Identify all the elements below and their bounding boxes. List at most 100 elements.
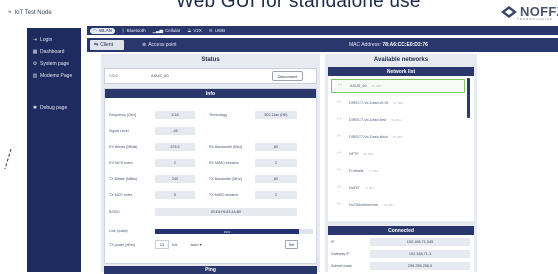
connection-type-bar: ◠ WLAN ᛒ Bluetooth ▁▃▅ Cellular ⟁ V2X ≋ … <box>87 26 558 35</box>
gateway-label: Gateway IP <box>331 252 350 256</box>
tx-power-mode-select[interactable]: Auto ▾ <box>185 240 207 249</box>
conn-tab-v2x[interactable]: ⟁ V2X <box>187 28 202 33</box>
network-name: NFTF <box>349 152 359 156</box>
wifi-icon: ◠ <box>336 134 342 140</box>
tab-label: Access point <box>148 42 177 48</box>
status-title: Status <box>201 57 220 63</box>
access-point-icon: ⊛ <box>142 42 147 48</box>
logo-subtitle: TECHNOLOGIES <box>517 17 553 21</box>
rx-mcs-value: 2 <box>155 159 195 167</box>
close-icon[interactable]: × <box>8 10 12 16</box>
conn-tab-label: WLAN <box>98 28 112 33</box>
rx-bitrate-label: RX Bitrate [MBits] <box>109 145 138 149</box>
gear-icon: ⚙ <box>32 61 38 67</box>
wifi-icon: ◠ <box>336 168 342 174</box>
info-card: Info Frequency [GHz] 5.18 Technology 802… <box>104 88 317 264</box>
link-quality-bar: 91% <box>155 229 313 234</box>
tab-access-point[interactable]: ⊛ Access point <box>142 40 177 50</box>
tx-mcs-label: TX MCS Index <box>109 193 133 197</box>
status-panel: Status SSID ASUS_60 Disconnect Info Freq… <box>101 54 320 274</box>
network-strength: -71 dBm <box>367 169 379 173</box>
subnet-value: 255.255.255.0 <box>370 262 470 270</box>
presentation-header: × IoT Test Node Web GUI for standalone us… <box>0 0 558 22</box>
wifi-icon: ◠ <box>336 185 342 191</box>
network-list-scrollbar[interactable] <box>467 78 470 118</box>
network-strength: -57 dBm <box>392 101 405 105</box>
wifi-icon: ◠ <box>337 83 343 89</box>
bluetooth-icon: ᛒ <box>121 28 125 33</box>
conn-tab-cellular[interactable]: ▁▃▅ Cellular <box>153 28 181 34</box>
gateway-value: 192.168.71.1 <box>370 250 470 258</box>
app-title: × IoT Test Node <box>8 10 52 16</box>
tx-bandwidth-value: 80 <box>255 175 297 183</box>
signal-label: Signal Level <box>109 129 129 133</box>
tx-power-input[interactable]: 23 <box>155 240 169 249</box>
connected-title: Connected <box>328 226 474 235</box>
network-item[interactable]: ◠ NoTiMobilemover -78 dBm <box>331 198 465 212</box>
ip-value: 192.168.71.245 <box>370 238 470 246</box>
tx-mcs-value: 5 <box>155 191 195 199</box>
network-list-title: Network list <box>328 67 474 76</box>
conn-tab-label: Bluetooth <box>126 28 146 33</box>
disconnect-button[interactable]: Disconnect <box>272 71 303 81</box>
frequency-label: Frequency [GHz] <box>109 113 137 117</box>
main-content: ◠ WLAN ᛒ Bluetooth ▁▃▅ Cellular ⟁ V2X ≋ … <box>87 22 558 274</box>
sidebar-item-system-page[interactable]: ⚙ System page <box>27 58 81 70</box>
technology-value: 802.11ac (HE) <box>255 111 297 119</box>
ping-title: Ping <box>104 266 317 274</box>
rx-bitrate-value: 576.5 <box>155 143 195 151</box>
network-item[interactable]: ◠ NoFfZ -74 dBm <box>331 181 465 195</box>
sidebar-item-label: Modems Page <box>40 73 73 79</box>
mac-address: MAC Address: 78:A6:CC:E0:D2:76 <box>349 42 428 48</box>
link-quality-label: Link Quality <box>109 229 128 233</box>
network-item[interactable]: ◠ DIRECT-Ve-Dash-fest -59 dBm <box>331 113 465 127</box>
network-item-asus-60[interactable]: ◠ ASUS_60 -46 dBm <box>331 79 465 93</box>
cellular-icon: ▁▃▅ <box>152 27 164 33</box>
client-icon: ⇆ <box>94 42 99 48</box>
network-list: ◠ ASUS_60 -46 dBm ◠ DIRECT-Ve-Dash-ef-91… <box>328 76 474 221</box>
logo-mark-icon <box>500 5 518 19</box>
conn-tab-uwb[interactable]: ≋ UWB <box>209 28 225 34</box>
conn-tab-label: UWB <box>214 28 226 33</box>
dashboard-icon: ▦ <box>32 49 38 55</box>
sidebar-item-login[interactable]: ⇥ Login <box>27 34 81 46</box>
tx-power-unit: Kdr <box>172 243 178 247</box>
wifi-icon: ◠ <box>336 202 342 208</box>
login-icon: ⇥ <box>32 37 38 43</box>
tab-client[interactable]: ⇆ Client <box>90 40 124 50</box>
sidebar-item-debug-page[interactable]: ✱ Debug page <box>27 102 81 114</box>
mac-label: MAC Address: <box>349 42 381 48</box>
conn-tab-label: V2X <box>193 28 202 33</box>
network-name: Fruthalls <box>349 169 364 173</box>
network-item[interactable]: ◠ Fruthalls -71 dBm <box>331 164 465 178</box>
tx-bitrate-value: 240 <box>155 175 195 183</box>
wifi-icon: ◠ <box>336 151 342 157</box>
ssid-row: SSID ASUS_60 Disconnect <box>104 68 317 84</box>
conn-tab-bluetooth[interactable]: ᛒ Bluetooth <box>122 28 146 33</box>
wifi-icon: ◠ <box>336 100 342 106</box>
sidebar-item-modems-page[interactable]: ▥ Modems Page <box>27 70 81 82</box>
sidebar-item-dashboard[interactable]: ▦ Dashboard <box>27 46 81 58</box>
set-button[interactable]: Set <box>285 240 298 249</box>
network-name: DIRECT-Ve-Dash-fest <box>349 118 387 122</box>
signal-value: -46 <box>155 127 195 135</box>
networks-panel: Available networks Network list ◠ ASUS_6… <box>325 54 477 272</box>
tab-label: Client <box>100 42 113 48</box>
subnet-label: Subnet mask <box>331 264 352 268</box>
tx-mimo-label: TX MIMO streams <box>209 193 239 197</box>
conn-tab-wlan[interactable]: ◠ WLAN <box>90 27 115 34</box>
network-item[interactable]: ◠ DIRECT-Ve-Dash-thick -63 dBm <box>331 130 465 144</box>
network-item[interactable]: ◠ NFTF -65 dBm <box>331 147 465 161</box>
rx-mimo-value: 2 <box>255 159 297 167</box>
technology-label: Technology <box>209 113 228 117</box>
frequency-value: 5.18 <box>155 111 195 119</box>
network-strength: -65 dBm <box>362 152 375 156</box>
network-item[interactable]: ◠ DIRECT-Ve-Dash-ef-91 -57 dBm <box>331 96 465 110</box>
modem-icon: ▥ <box>32 73 38 79</box>
network-name: DIRECT-Ve-Dash-ef-91 <box>349 101 389 105</box>
sidebar: ⇥ Login ▦ Dashboard ⚙ System page ▥ Mode… <box>27 28 81 272</box>
rx-mcs-label: RX MCS Index <box>109 161 133 165</box>
tx-power-label: TX power [dBm] <box>109 243 135 247</box>
sidebar-item-label: Debug page <box>40 105 68 111</box>
network-strength: -63 dBm <box>391 135 404 139</box>
